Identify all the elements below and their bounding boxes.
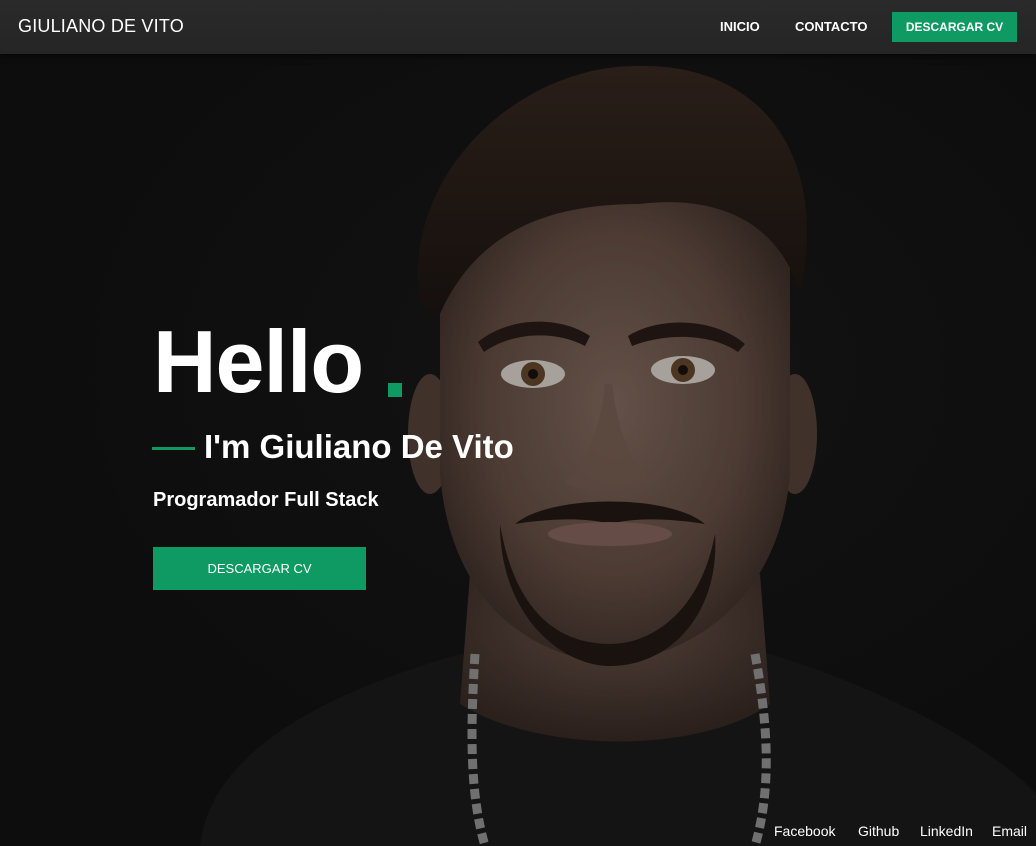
navbar: GIULIANO DE VITO INICIO CONTACTO DESCARG… [0,0,1036,54]
hero-accent-line [152,447,195,450]
brand-logo[interactable]: GIULIANO DE VITO [18,16,184,37]
social-link-github[interactable]: Github [858,823,899,839]
hero-role: Programador Full Stack [153,489,379,511]
social-link-linkedin[interactable]: LinkedIn [920,823,973,839]
nav-download-cv-button[interactable]: DESCARGAR CV [892,12,1017,42]
hero-title: Hello [153,312,364,411]
nav-link-inicio[interactable]: INICIO [720,19,760,34]
hero-portrait [0,54,1036,846]
page: GIULIANO DE VITO INICIO CONTACTO DESCARG… [0,0,1036,846]
hero-download-cv-button[interactable]: DESCARGAR CV [153,547,366,590]
social-link-email[interactable]: Email [992,823,1027,839]
hero-name: I'm Giuliano De Vito [204,428,514,465]
social-link-facebook[interactable]: Facebook [774,823,835,839]
hero-title-dot [388,383,402,397]
nav-link-contacto[interactable]: CONTACTO [795,19,867,34]
